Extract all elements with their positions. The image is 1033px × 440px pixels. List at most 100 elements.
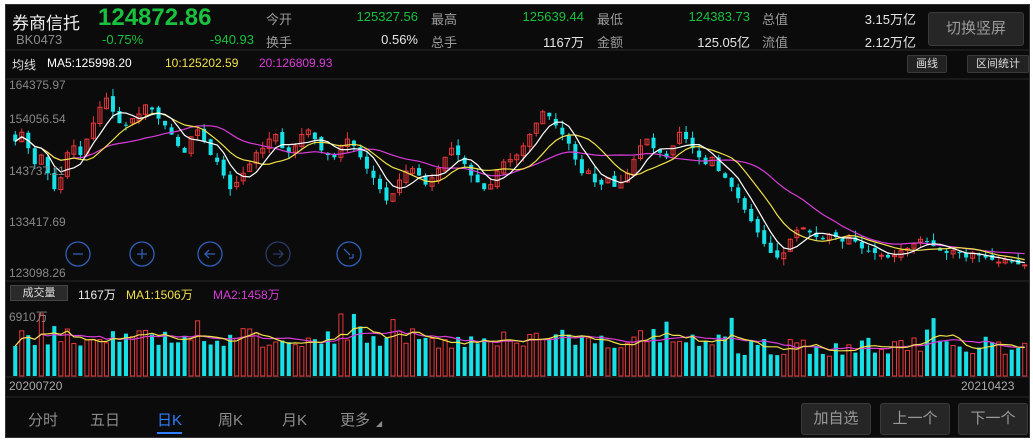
candle [163,120,168,126]
volume-bar [599,335,604,376]
volume-bar [319,343,324,376]
volume-badge[interactable]: 成交量 [10,285,68,301]
ma10-line [14,112,1025,261]
volume-bar [605,347,611,377]
volume-bar [78,345,83,376]
candle [599,179,604,185]
volume-bar [449,347,455,377]
volume-bar [670,341,676,377]
candle [560,127,565,135]
volume-bar [410,328,416,377]
tab-five-day[interactable]: 五日 [90,409,120,430]
tab-weekly-k[interactable]: 周K [218,409,243,430]
volume-ma1: MA1:1506万 [126,288,193,302]
volume-bar [970,352,976,377]
candle [32,148,37,165]
candle [1022,264,1028,267]
volume-bar [156,344,161,376]
candle [859,242,864,249]
volume-bar [697,345,702,376]
volume-bar [436,347,442,377]
end-date: 20210423 [961,379,1015,393]
volume-bar [507,340,513,377]
tab-monthly-k[interactable]: 月K [282,409,307,430]
candle [723,173,728,178]
volume-bar [664,321,669,376]
ma-lines [14,112,1025,264]
candle [182,147,187,153]
candle [110,96,115,112]
volume-bar [286,342,291,376]
candle [332,154,337,158]
volume-bar [64,328,70,377]
volume-bar [996,341,1002,377]
volume-bar [240,328,246,377]
candle [872,248,877,253]
volume-bar [520,345,526,377]
volume-bar [475,343,480,376]
zoom-out-icon[interactable] [65,241,91,267]
volume-bar [442,339,448,377]
scroll-right-icon[interactable] [265,241,291,267]
candle [364,156,369,169]
volume-bar [944,341,949,376]
volume-bar [1009,349,1014,376]
volume-bar [637,330,644,377]
next-stock-button[interactable]: 下一个 [958,403,1028,435]
volume-bar [1016,348,1021,376]
candle [221,159,226,176]
tab-daily-k[interactable]: 日K [157,409,183,434]
volume-bar [84,339,90,377]
volume-bar [983,336,988,376]
volume-bar [364,342,369,376]
volume-bar [631,336,637,377]
candle [742,198,747,210]
volume-bar [624,342,630,377]
volume-bar [253,332,259,377]
volume-bar [904,349,911,377]
volume-bar [742,354,747,376]
volume-bar [749,340,754,376]
candle [208,139,213,156]
volume-bar [169,342,174,376]
volume-bar [13,345,18,376]
zoom-in-icon[interactable] [129,241,155,267]
candle [579,159,584,174]
candle [996,261,1002,264]
volume-bar [826,355,832,377]
volume-bar [344,339,350,377]
volume-bar [488,340,494,377]
volume-bar [957,346,962,376]
volume-axis-max: 6910万 [9,310,48,324]
volume-bar [514,342,520,377]
reset-zoom-icon[interactable] [336,241,362,267]
candle [169,127,174,135]
candle [775,250,780,258]
volume-bar [292,344,298,377]
volume-bar [202,341,207,376]
volume-bar [690,334,695,376]
previous-stock-button[interactable]: 上一个 [880,403,950,435]
candle [755,219,760,233]
scroll-left-icon[interactable] [197,241,223,267]
volume-bar [150,334,155,376]
volume-bar [129,336,136,377]
ma20-line [14,125,1025,255]
volume-bar [494,345,500,377]
price-axis-label: 154056.54 [9,112,66,126]
candle [371,170,376,178]
tab-more[interactable]: 更多 [340,409,370,430]
kline-chart[interactable] [6,5,1030,438]
add-watchlist-button[interactable]: 加自选 [801,403,871,435]
candle [215,157,220,162]
candle [866,250,871,252]
volume-bar [390,319,396,377]
volume-bar [612,347,617,376]
candle [228,174,233,190]
volume-bars [13,313,1028,377]
volume-bar [501,331,507,377]
volume-bar [585,337,591,377]
tab-intraday[interactable]: 分时 [28,409,58,430]
volume-bar [579,335,584,376]
candle [319,136,324,151]
